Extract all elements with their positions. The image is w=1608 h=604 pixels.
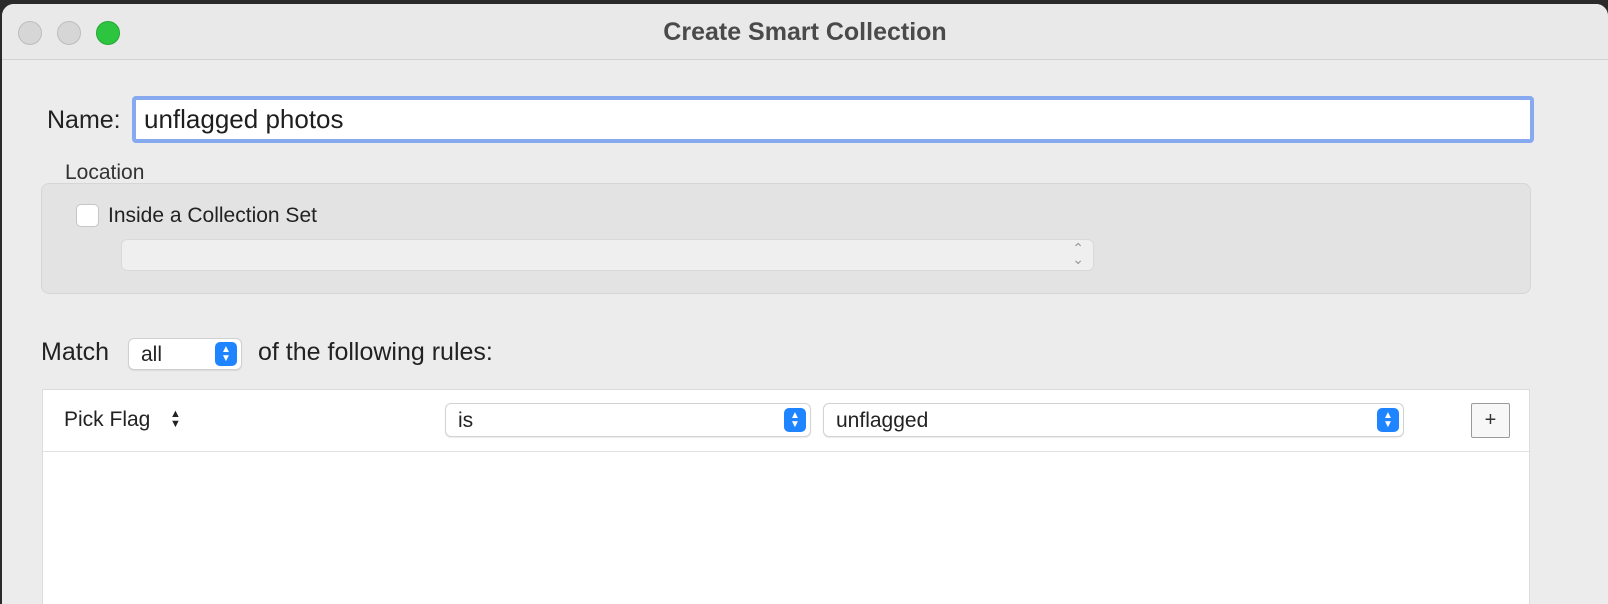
name-label: Name:	[47, 106, 121, 134]
updown-chevron-icon: ▲ ▼	[215, 342, 237, 366]
rule-value-value: unflagged	[836, 409, 929, 432]
rule-field-select[interactable]: Pick Flag	[64, 408, 150, 432]
rule-operator-select[interactable]: is ▲ ▼	[445, 403, 811, 437]
title-bar: Create Smart Collection	[2, 4, 1608, 60]
match-rules-text: of the following rules:	[258, 338, 493, 366]
create-smart-collection-dialog: Create Smart Collection Name: Location I…	[2, 4, 1608, 604]
rules-list: Pick Flag ▲ ▼ is ▲ ▼ unflagged ▲ ▼ +	[42, 389, 1530, 604]
rule-operator-value: is	[458, 409, 474, 432]
inside-collection-set-label[interactable]: Inside a Collection Set	[108, 204, 317, 228]
location-label: Location	[65, 161, 145, 184]
add-rule-button[interactable]: +	[1471, 403, 1510, 438]
rule-row: Pick Flag ▲ ▼ is ▲ ▼ unflagged ▲ ▼ +	[43, 390, 1529, 452]
match-select[interactable]: all ▲ ▼	[128, 338, 242, 370]
match-label: Match	[41, 338, 110, 366]
rule-value-select[interactable]: unflagged ▲ ▼	[823, 403, 1404, 437]
window-title: Create Smart Collection	[663, 18, 947, 46]
inside-collection-set-checkbox[interactable]	[76, 204, 99, 227]
updown-chevron-icon: ▲ ▼	[1377, 408, 1399, 432]
location-group: Inside a Collection Set ⌃ ⌄	[41, 183, 1531, 294]
updown-arrows-icon[interactable]: ▲ ▼	[170, 409, 181, 430]
updown-chevron-icon: ▲ ▼	[784, 408, 806, 432]
collection-set-select[interactable]: ⌃ ⌄	[121, 239, 1094, 271]
name-input[interactable]	[132, 96, 1534, 143]
match-select-value: all	[141, 343, 163, 366]
updown-arrows-icon: ⌃ ⌄	[1072, 240, 1084, 267]
